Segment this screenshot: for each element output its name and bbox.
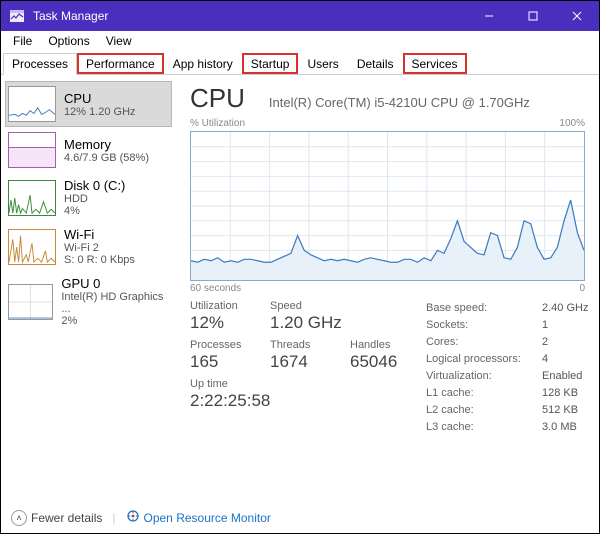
- chart-label-bottom-right: 0: [579, 283, 585, 294]
- window-controls: [467, 1, 599, 31]
- footer: ˄ Fewer details | Open Resource Monitor: [1, 501, 599, 533]
- sidebar-item-label: Memory: [64, 137, 149, 152]
- main-panel: CPU Intel(R) Core(TM) i5-4210U CPU @ 1.7…: [176, 75, 599, 501]
- app-icon: [9, 8, 25, 24]
- l3-label: L3 cache:: [426, 419, 524, 436]
- tab-performance[interactable]: Performance: [77, 53, 164, 74]
- sidebar-item-sub: 4.6/7.9 GB (58%): [64, 152, 149, 164]
- chart-label-top-left: % Utilization: [190, 118, 245, 129]
- sockets-label: Sockets:: [426, 317, 524, 334]
- sidebar-item-label: Wi-Fi: [64, 227, 135, 242]
- titlebar: Task Manager: [1, 1, 599, 31]
- gpu-thumb-icon: [8, 284, 53, 320]
- lp-value: 4: [542, 351, 590, 368]
- menu-file[interactable]: File: [5, 32, 40, 50]
- window-title: Task Manager: [33, 9, 467, 23]
- processes-label: Processes: [190, 339, 248, 351]
- handles-value: 65046: [350, 352, 408, 372]
- tab-details[interactable]: Details: [348, 53, 403, 74]
- l2-label: L2 cache:: [426, 402, 524, 419]
- tab-processes[interactable]: Processes: [3, 53, 77, 75]
- utilization-value: 12%: [190, 313, 248, 333]
- sidebar-item-sub: 12% 1.20 GHz: [64, 106, 136, 118]
- sidebar-item-disk[interactable]: Disk 0 (C:) HDD 4%: [5, 173, 172, 222]
- chart-area: % Utilization 100% 60 seconds 0: [190, 118, 585, 294]
- tab-app-history[interactable]: App history: [164, 53, 242, 74]
- maximize-button[interactable]: [511, 1, 555, 31]
- virt-value: Enabled: [542, 368, 590, 385]
- open-resource-monitor-label: Open Resource Monitor: [144, 511, 271, 525]
- sidebar-item-sub: HDD: [64, 193, 125, 205]
- wifi-thumb-icon: [8, 229, 56, 265]
- speed-label: Speed: [270, 300, 342, 312]
- sidebar-item-label: Disk 0 (C:): [64, 178, 125, 193]
- speed-value: 1.20 GHz: [270, 313, 342, 333]
- base-speed-value: 2.40 GHz: [542, 300, 590, 317]
- menu-view[interactable]: View: [98, 32, 140, 50]
- handles-label: Handles: [350, 339, 408, 351]
- sidebar-item-sub2: 2%: [61, 315, 169, 327]
- menubar: File Options View: [1, 31, 599, 51]
- sidebar-item-sub: Intel(R) HD Graphics ...: [61, 291, 169, 315]
- sockets-value: 1: [542, 317, 590, 334]
- l2-value: 512 KB: [542, 402, 590, 419]
- sidebar-item-label: CPU: [64, 91, 136, 106]
- sidebar-item-cpu[interactable]: CPU 12% 1.20 GHz: [5, 81, 172, 127]
- open-resource-monitor-link[interactable]: Open Resource Monitor: [126, 509, 271, 526]
- cores-label: Cores:: [426, 334, 524, 351]
- menu-options[interactable]: Options: [40, 32, 97, 50]
- fewer-details-label: Fewer details: [31, 511, 102, 525]
- sidebar: CPU 12% 1.20 GHz Memory 4.6/7.9 GB (58%)…: [1, 75, 176, 501]
- l3-value: 3.0 MB: [542, 419, 590, 436]
- sidebar-item-memory[interactable]: Memory 4.6/7.9 GB (58%): [5, 127, 172, 173]
- minimize-button[interactable]: [467, 1, 511, 31]
- separator: |: [112, 511, 115, 525]
- cpu-model: Intel(R) Core(TM) i5-4210U CPU @ 1.70GHz: [269, 95, 530, 110]
- fewer-details-button[interactable]: ˄ Fewer details: [11, 510, 102, 526]
- page-title: CPU: [190, 83, 245, 114]
- sidebar-item-wifi[interactable]: Wi-Fi Wi-Fi 2 S: 0 R: 0 Kbps: [5, 222, 172, 271]
- tabbar: Processes Performance App history Startu…: [1, 51, 599, 75]
- chevron-up-icon: ˄: [11, 510, 27, 526]
- lp-label: Logical processors:: [426, 351, 524, 368]
- processes-value: 165: [190, 352, 248, 372]
- tab-startup[interactable]: Startup: [242, 53, 299, 74]
- chart-label-bottom-left: 60 seconds: [190, 283, 241, 294]
- close-button[interactable]: [555, 1, 599, 31]
- tab-services[interactable]: Services: [403, 53, 467, 74]
- cpu-chart: [190, 131, 585, 281]
- virt-label: Virtualization:: [426, 368, 524, 385]
- stats-area: Utilization 12% Speed 1.20 GHz Processes…: [190, 300, 585, 436]
- sidebar-item-gpu[interactable]: GPU 0 Intel(R) HD Graphics ... 2%: [5, 271, 172, 332]
- cpu-thumb-icon: [8, 86, 56, 122]
- chart-label-top-right: 100%: [559, 118, 585, 129]
- threads-value: 1674: [270, 352, 328, 372]
- l1-value: 128 KB: [542, 385, 590, 402]
- sidebar-item-sub2: 4%: [64, 205, 125, 217]
- memory-thumb-icon: [8, 132, 56, 168]
- disk-thumb-icon: [8, 180, 56, 216]
- sidebar-item-sub2: S: 0 R: 0 Kbps: [64, 254, 135, 266]
- threads-label: Threads: [270, 339, 328, 351]
- utilization-label: Utilization: [190, 300, 248, 312]
- content: CPU 12% 1.20 GHz Memory 4.6/7.9 GB (58%)…: [1, 75, 599, 501]
- uptime-label: Up time: [190, 378, 310, 390]
- sidebar-item-label: GPU 0: [61, 276, 169, 291]
- l1-label: L1 cache:: [426, 385, 524, 402]
- uptime-value: 2:22:25:58: [190, 391, 310, 411]
- tab-users[interactable]: Users: [298, 53, 347, 74]
- monitor-icon: [126, 509, 140, 526]
- base-speed-label: Base speed:: [426, 300, 524, 317]
- cores-value: 2: [542, 334, 590, 351]
- sidebar-item-sub: Wi-Fi 2: [64, 242, 135, 254]
